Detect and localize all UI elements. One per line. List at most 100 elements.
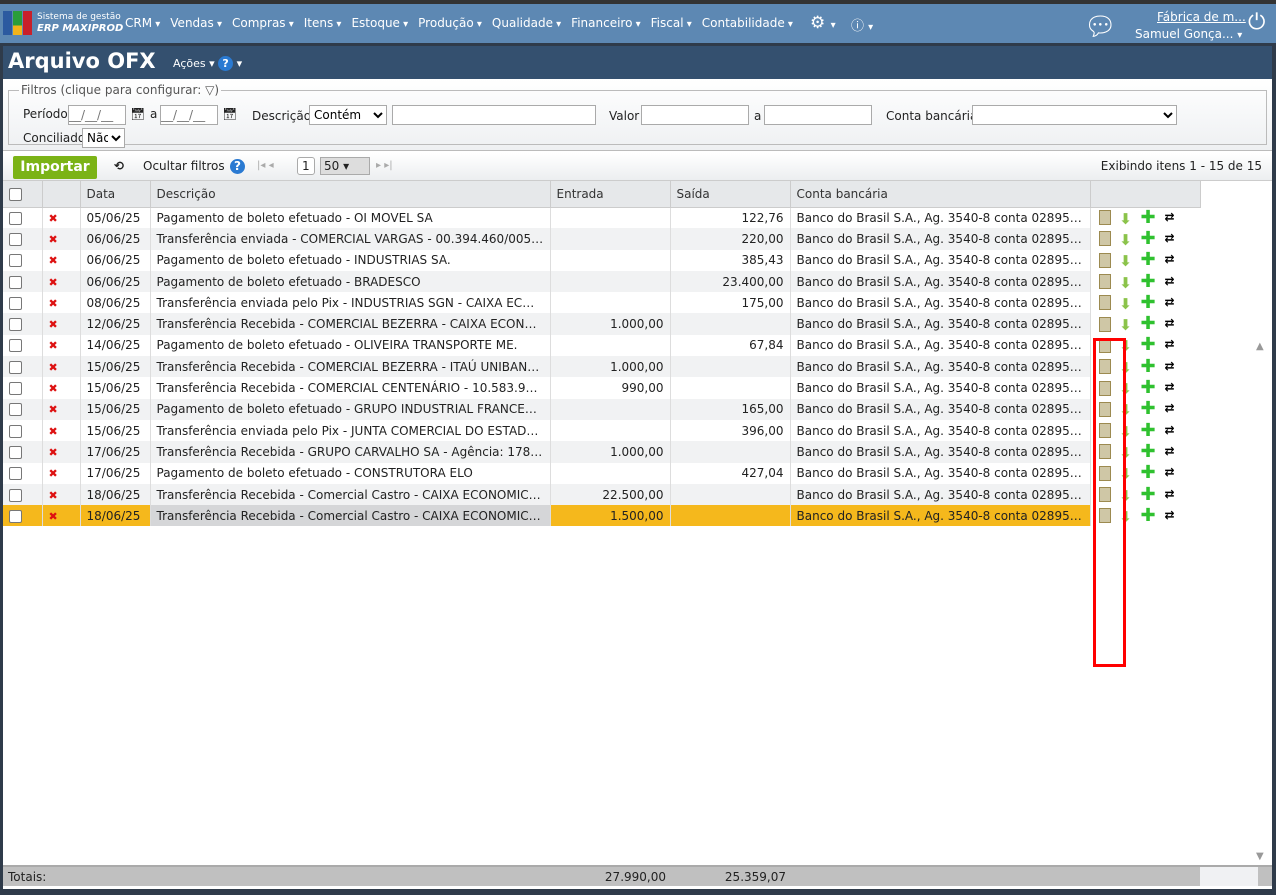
table-row[interactable]: ✖ 05/06/25 Pagamento de boleto efetuado … <box>3 207 1200 229</box>
row-checkbox-cell[interactable] <box>3 377 43 399</box>
select-all-checkbox[interactable] <box>9 187 22 201</box>
row-checkbox[interactable] <box>9 382 22 396</box>
period-start-input[interactable] <box>68 105 126 125</box>
plus-icon[interactable]: ✚ <box>1141 464 1156 482</box>
chat-bubble-icon[interactable]: 💬︎ <box>1084 12 1117 42</box>
delete-cell[interactable]: ✖ <box>42 483 81 506</box>
delete-cell[interactable]: ✖ <box>42 356 81 378</box>
plus-icon[interactable]: ✚ <box>1141 442 1156 460</box>
conciliado-select[interactable]: Não <box>82 128 125 148</box>
link-arrows-icon[interactable]: ⇄ <box>1163 316 1177 332</box>
table-row[interactable]: ✖ 06/06/25 Pagamento de boleto efetuado … <box>3 249 1200 271</box>
first-page-icon[interactable]: |◂ ◂ <box>257 160 274 171</box>
arrow-down-icon[interactable]: ⬇ <box>1119 295 1133 313</box>
delete-cell[interactable]: ✖ <box>42 207 81 229</box>
plus-icon[interactable]: ✚ <box>1141 272 1156 290</box>
arrow-down-icon[interactable]: ⬇ <box>1119 252 1133 270</box>
table-row[interactable]: ✖ 06/06/25 Transferência enviada - COMER… <box>3 228 1200 250</box>
plus-icon[interactable]: ✚ <box>1141 506 1156 524</box>
clipboard-icon[interactable] <box>1098 252 1111 268</box>
link-arrows-icon[interactable]: ⇄ <box>1163 444 1177 460</box>
row-checkbox[interactable] <box>9 445 22 459</box>
conta-bancaria-select[interactable] <box>972 105 1177 125</box>
plus-icon[interactable]: ✚ <box>1141 336 1156 354</box>
table-row[interactable]: ✖ 06/06/25 Pagamento de boleto efetuado … <box>3 270 1200 293</box>
arrow-down-icon[interactable]: ⬇ <box>1119 210 1133 228</box>
delete-cell[interactable]: ✖ <box>42 270 81 293</box>
table-row[interactable]: ✖ 14/06/25 Pagamento de boleto efetuado … <box>3 334 1200 357</box>
col-descricao[interactable]: Descrição <box>150 181 551 208</box>
row-checkbox-cell[interactable] <box>3 313 43 335</box>
menu-estoque[interactable]: Estoque <box>351 16 408 30</box>
delete-cell[interactable]: ✖ <box>42 292 81 314</box>
row-checkbox[interactable] <box>9 275 22 289</box>
importar-button[interactable]: Importar <box>13 156 97 179</box>
arrow-down-icon[interactable]: ⬇ <box>1119 231 1133 249</box>
row-checkbox[interactable] <box>9 403 22 417</box>
row-checkbox-cell[interactable] <box>3 207 43 229</box>
delete-icon[interactable]: ✖ <box>49 467 58 480</box>
row-checkbox[interactable] <box>9 360 22 374</box>
row-checkbox[interactable] <box>9 424 22 438</box>
valor-max-input[interactable] <box>764 105 872 125</box>
delete-cell[interactable]: ✖ <box>42 313 81 335</box>
table-row[interactable]: ✖ 15/06/25 Transferência Recebida - COME… <box>3 356 1200 378</box>
refresh-icon[interactable]: ⟲ <box>114 159 124 173</box>
link-arrows-icon[interactable]: ⇄ <box>1163 380 1177 396</box>
row-checkbox-cell[interactable] <box>3 483 43 506</box>
row-checkbox[interactable] <box>9 467 22 481</box>
clipboard-icon[interactable] <box>1098 210 1111 226</box>
row-checkbox[interactable] <box>9 488 22 502</box>
row-checkbox[interactable] <box>9 232 22 246</box>
delete-cell[interactable]: ✖ <box>42 228 81 250</box>
link-arrows-icon[interactable]: ⇄ <box>1163 401 1177 417</box>
descricao-input[interactable] <box>392 105 596 125</box>
link-arrows-icon[interactable]: ⇄ <box>1163 359 1177 375</box>
delete-cell[interactable]: ✖ <box>42 505 81 527</box>
calendar-icon[interactable]: 📅︎ <box>222 107 237 121</box>
settings-gear-icon[interactable]: ⚙ ▾ <box>810 13 836 33</box>
help-circle-icon[interactable]: ⓘ ▾ <box>851 15 873 34</box>
ocultar-filtros-button[interactable]: Ocultar filtros <box>143 159 225 173</box>
row-checkbox-cell[interactable] <box>3 419 43 442</box>
delete-cell[interactable]: ✖ <box>42 441 81 463</box>
row-checkbox[interactable] <box>9 254 22 268</box>
delete-cell[interactable]: ✖ <box>42 419 81 442</box>
delete-icon[interactable]: ✖ <box>49 233 58 246</box>
link-arrows-icon[interactable]: ⇄ <box>1163 337 1177 353</box>
delete-cell[interactable]: ✖ <box>42 377 81 399</box>
row-checkbox-cell[interactable] <box>3 505 43 527</box>
menu-financeiro[interactable]: Financeiro <box>571 16 640 30</box>
link-arrows-icon[interactable]: ⇄ <box>1163 423 1177 439</box>
delete-icon[interactable]: ✖ <box>49 489 58 502</box>
table-row[interactable]: ✖ 15/06/25 Pagamento de boleto efetuado … <box>3 398 1200 420</box>
period-end-input[interactable] <box>160 105 218 125</box>
power-icon[interactable]: ⏻ <box>1248 10 1265 35</box>
clipboard-icon[interactable] <box>1098 231 1111 247</box>
row-checkbox-cell[interactable] <box>3 228 43 250</box>
plus-icon[interactable]: ✚ <box>1141 485 1156 503</box>
plus-icon[interactable]: ✚ <box>1141 293 1156 311</box>
row-checkbox-cell[interactable] <box>3 270 43 293</box>
filters-legend[interactable]: Filtros (clique para configurar: ▽) <box>19 83 221 97</box>
arrow-down-icon[interactable]: ⬇ <box>1119 316 1133 334</box>
delete-icon[interactable]: ✖ <box>49 339 58 352</box>
row-checkbox-cell[interactable] <box>3 334 43 357</box>
table-row[interactable]: ✖ 15/06/25 Transferência Recebida - COME… <box>3 377 1200 399</box>
arrow-down-icon[interactable]: ⬇ <box>1119 274 1133 292</box>
delete-icon[interactable]: ✖ <box>49 510 58 523</box>
delete-icon[interactable]: ✖ <box>49 403 58 416</box>
page-number[interactable]: 1 <box>297 157 315 175</box>
clipboard-icon[interactable] <box>1098 274 1111 290</box>
delete-cell[interactable]: ✖ <box>42 334 81 357</box>
link-arrows-icon[interactable]: ⇄ <box>1163 210 1177 226</box>
scroll-down-icon[interactable]: ▼ <box>1256 851 1264 862</box>
delete-icon[interactable]: ✖ <box>49 276 58 289</box>
menu-qualidade[interactable]: Qualidade <box>492 16 561 30</box>
menu-contabilidade[interactable]: Contabilidade <box>702 16 793 30</box>
plus-icon[interactable]: ✚ <box>1141 208 1156 226</box>
row-checkbox-cell[interactable] <box>3 249 43 271</box>
menu-compras[interactable]: Compras <box>232 16 294 30</box>
actions-menu[interactable]: Ações ▾ ? ▾ <box>173 56 242 71</box>
link-arrows-icon[interactable]: ⇄ <box>1163 465 1177 481</box>
